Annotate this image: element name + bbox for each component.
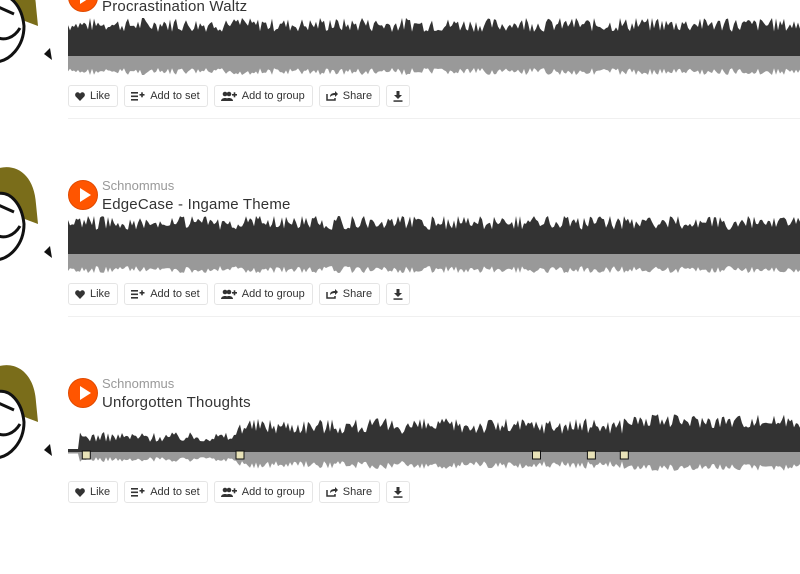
track-actions: Like Add to set Add to group Share [68,85,411,107]
add-to-set-button[interactable]: Add to set [124,85,208,107]
share-icon [325,487,338,497]
like-button[interactable]: Like [68,283,119,305]
track-artwork[interactable] [0,164,56,276]
add-to-set-label: Add to set [150,288,200,300]
add-to-set-label: Add to set [150,486,200,498]
like-label: Like [90,90,111,102]
waveform-peaks [68,216,800,254]
waveform[interactable] [68,412,800,474]
download-icon [393,288,403,300]
track-title[interactable]: Unforgotten Thoughts [102,394,251,411]
playlist-add-icon [131,290,145,299]
share-icon [325,289,338,299]
add-to-set-button[interactable]: Add to set [124,283,208,305]
track-title[interactable]: Procrastination Waltz [102,0,247,15]
track-item: Schnommus EdgeCase - Ingame Theme Like A… [0,167,800,376]
track-artist[interactable]: Schnommus [102,376,174,391]
download-icon [393,90,403,102]
waveform[interactable] [68,214,800,276]
share-label: Share [342,486,373,498]
waveform-reflection [68,56,800,75]
comment-avatar-marker[interactable] [81,450,91,460]
playlist-add-icon [131,488,145,497]
play-button[interactable] [68,378,98,408]
track-artwork[interactable] [0,0,56,78]
comment-avatar-marker[interactable] [235,450,245,460]
add-to-group-label: Add to group [241,90,305,102]
waveform[interactable] [68,16,800,78]
share-label: Share [342,288,373,300]
add-to-set-label: Add to set [150,90,200,102]
add-to-group-button[interactable]: Add to group [213,85,313,107]
like-label: Like [90,288,111,300]
heart-icon [75,487,85,497]
track-artwork[interactable] [0,362,56,474]
play-button[interactable] [68,180,98,210]
download-button[interactable] [386,85,411,107]
comment-avatar-marker[interactable] [586,450,596,460]
group-add-icon [220,487,237,497]
share-button[interactable]: Share [318,283,381,305]
waveform-reflection [68,452,800,471]
share-icon [325,91,338,101]
waveform-peaks [68,18,800,56]
share-label: Share [342,90,373,102]
share-button[interactable]: Share [318,85,381,107]
playlist-add-icon [131,92,145,101]
like-button[interactable]: Like [68,85,119,107]
like-label: Like [90,486,111,498]
add-to-group-button[interactable]: Add to group [213,283,313,305]
play-button[interactable] [68,0,98,12]
download-icon [393,486,403,498]
group-add-icon [220,91,237,101]
track-divider [68,118,800,119]
track-title[interactable]: EdgeCase - Ingame Theme [102,196,291,213]
track-artist[interactable]: Schnommus [102,178,174,193]
comment-avatar-marker[interactable] [532,450,541,460]
track-actions: Like Add to set Add to group Share [68,283,411,305]
waveform-reflection [68,254,800,273]
add-to-group-label: Add to group [241,288,305,300]
group-add-icon [220,289,237,299]
heart-icon [75,91,85,101]
heart-icon [75,289,85,299]
download-button[interactable] [386,283,411,305]
add-to-group-label: Add to group [241,486,305,498]
track-divider [68,316,800,317]
waveform-peaks [68,414,800,452]
track-item: Schnommus Unforgotten Thoughts Like Add … [0,365,800,574]
track-item: Procrastination Waltz Like Add to set Ad… [0,0,800,178]
comment-avatar-marker[interactable] [619,450,629,460]
